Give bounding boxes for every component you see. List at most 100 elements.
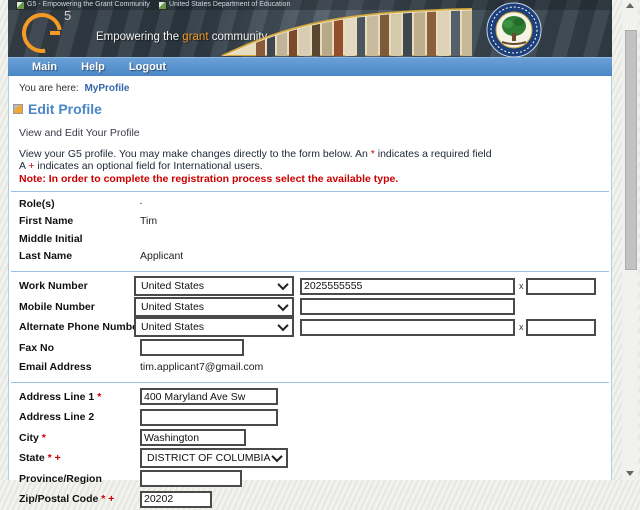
g5-logo-icon: [14, 5, 70, 57]
intro-line1: View your G5 profile. You may make chang…: [19, 148, 611, 160]
mobile-country-value: United States: [141, 300, 205, 313]
roles-label: Role(s): [19, 197, 55, 210]
required-symbol: *: [101, 493, 106, 506]
page-content: You are here: MyProfile Edit Profile Vie…: [8, 76, 612, 508]
browser-page: G5 - Empowering the Grant Community Unit…: [8, 0, 612, 508]
g5-logo-bar: [50, 31, 60, 35]
intro-line1-post: indicates a required field: [374, 148, 492, 160]
last-name-row: Last Name Applicant: [9, 248, 611, 266]
mobile-number-row: Mobile Number United States: [9, 296, 611, 318]
middle-initial-row: Middle Initial: [9, 230, 611, 248]
work-number-row: Work Number United States x: [9, 276, 611, 297]
g5-favicon-icon: [16, 1, 25, 10]
work-ext-input[interactable]: [525, 277, 596, 295]
menu-item-help[interactable]: Help: [81, 61, 105, 73]
page-subtitle: View and Edit Your Profile: [19, 127, 140, 139]
roles-row: Role(s) ▪: [9, 195, 611, 213]
vertical-scrollbar[interactable]: [622, 0, 638, 480]
mobile-country-select[interactable]: United States: [134, 296, 294, 317]
main-menu-bar: Main Help Logout: [8, 57, 612, 76]
chevron-down-icon: [271, 451, 283, 463]
intro-line2-pre: A: [19, 160, 29, 172]
fax-label: Fax No: [19, 341, 55, 354]
alternate-country-select[interactable]: United States: [134, 317, 294, 338]
email-row: Email Address tim.applicant7@gmail.com: [9, 358, 611, 376]
intro-text: View your G5 profile. You may make chang…: [9, 139, 611, 172]
g5-logo-number: 5: [64, 8, 72, 23]
state-text: State: [19, 452, 45, 465]
province-row: Province/Region: [9, 469, 611, 490]
work-country-select[interactable]: United States: [134, 276, 294, 297]
breadcrumb-prefix: You are here:: [19, 83, 79, 94]
email-label: Email Address: [19, 360, 92, 373]
last-name-label: Last Name: [19, 250, 73, 263]
state-row: State * + DISTRICT OF COLUMBIA: [9, 448, 611, 469]
first-name-label: First Name: [19, 215, 74, 228]
zip-row: Zip/Postal Code * +: [9, 489, 611, 510]
zip-text: Zip/Postal Code: [19, 493, 99, 506]
scroll-up-icon[interactable]: [626, 3, 634, 8]
breadcrumb: You are here: MyProfile: [9, 76, 611, 99]
dept-of-education-seal-icon: [486, 2, 542, 57]
address-line2-input[interactable]: [140, 408, 278, 426]
menu-item-logout[interactable]: Logout: [129, 61, 166, 73]
address-line2-row: Address Line 2: [9, 407, 611, 428]
alternate-country-value: United States: [141, 321, 205, 334]
zip-label: Zip/Postal Code * +: [19, 493, 140, 505]
email-value: tim.applicant7@gmail.com: [140, 360, 264, 373]
fax-row: Fax No: [9, 338, 611, 359]
tagline-accent: grant: [182, 31, 209, 43]
chevron-down-icon: [277, 320, 289, 332]
address-line1-input[interactable]: [140, 388, 278, 406]
scrollbar-thumb[interactable]: [625, 30, 637, 270]
address-line1-text: Address Line 1: [19, 390, 95, 403]
address-line2-label: Address Line 2: [19, 411, 95, 424]
section-bullet-icon: [13, 104, 23, 114]
optional-symbol: +: [108, 493, 115, 506]
breadcrumb-myprofile-link[interactable]: MyProfile: [84, 83, 129, 94]
city-text: City: [19, 431, 39, 444]
mobile-number-label: Mobile Number: [19, 300, 95, 313]
ed-favicon-icon: [157, 1, 167, 10]
province-label: Province/Region: [19, 472, 102, 485]
state-value: DISTRICT OF COLUMBIA: [147, 452, 271, 465]
address-line1-label: Address Line 1 *: [19, 391, 140, 403]
city-row: City *: [9, 428, 611, 449]
work-country-value: United States: [141, 280, 205, 293]
alternate-number-input[interactable]: [300, 318, 515, 336]
roles-value: ▪: [140, 200, 142, 207]
fax-input[interactable]: [140, 339, 244, 357]
site-banner: G5 - Empowering the Grant Community Unit…: [8, 0, 612, 57]
scroll-down-icon[interactable]: [626, 471, 634, 476]
optional-symbol: +: [54, 452, 61, 465]
city-input[interactable]: [140, 429, 246, 447]
intro-line2: A + indicates an optional field for Inte…: [19, 160, 611, 172]
province-input[interactable]: [140, 470, 242, 488]
first-name-row: First Name Tim: [9, 213, 611, 231]
intro-line2-post: indicates an optional field for Internat…: [34, 160, 263, 172]
registration-note: Note: In order to complete the registrat…: [19, 173, 399, 185]
zip-input[interactable]: [140, 490, 212, 508]
city-label: City *: [19, 432, 140, 444]
last-name-value: Applicant: [140, 250, 184, 263]
mobile-number-input[interactable]: [300, 298, 515, 316]
tagline-pre: Empowering the: [96, 31, 183, 43]
state-select[interactable]: DISTRICT OF COLUMBIA: [140, 448, 288, 469]
middle-initial-label: Middle Initial: [19, 232, 83, 245]
required-symbol: *: [41, 431, 46, 444]
bookshelf-image: [221, 8, 472, 56]
required-symbol: *: [97, 390, 102, 403]
work-number-input[interactable]: [300, 277, 515, 295]
page-title: Edit Profile: [28, 101, 102, 117]
first-name-value: Tim: [140, 215, 158, 228]
alternate-number-row: Alternate Phone Number United States x: [9, 317, 611, 338]
alternate-ext-input[interactable]: [525, 318, 596, 336]
page-title-row: Edit Profile: [9, 101, 611, 117]
alternate-ext-label: x: [519, 322, 524, 333]
menu-item-main[interactable]: Main: [32, 61, 57, 73]
work-ext-label: x: [519, 281, 524, 292]
alternate-number-label: Alternate Phone Number: [19, 321, 143, 334]
address-line1-row: Address Line 1 *: [9, 387, 611, 408]
chevron-down-icon: [277, 279, 289, 291]
chevron-down-icon: [277, 299, 289, 311]
